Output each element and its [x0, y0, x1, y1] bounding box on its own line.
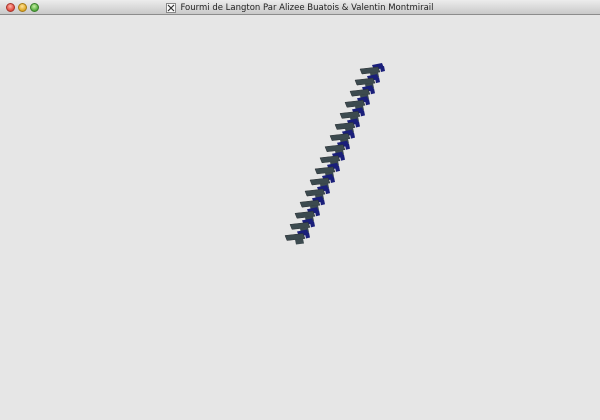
ant-cell	[284, 229, 310, 245]
cell-edge-face	[330, 177, 335, 183]
cell-riser-face	[295, 238, 304, 245]
cell-edge-face	[345, 143, 350, 150]
title-group: Fourmi de Langton Par Alizee Buatois & V…	[0, 0, 600, 15]
cell-edge-face	[365, 99, 370, 106]
cell-edge-face	[320, 199, 325, 206]
app-window: Fourmi de Langton Par Alizee Buatois & V…	[0, 0, 600, 420]
langton-ant-scene	[284, 63, 385, 245]
cell-edge-face	[315, 210, 320, 217]
cell-edge-face	[335, 165, 340, 172]
cell-edge-face	[340, 154, 345, 161]
cell-edge-face	[375, 77, 380, 84]
cell-edge-face	[370, 88, 375, 95]
cell-edge-face	[305, 232, 310, 239]
x11-icon	[166, 2, 177, 13]
zoom-button[interactable]	[30, 3, 39, 12]
render-canvas[interactable]	[0, 15, 600, 420]
close-button[interactable]	[6, 3, 15, 12]
cell-edge-face	[310, 221, 315, 228]
window-title: Fourmi de Langton Par Alizee Buatois & V…	[180, 2, 434, 13]
cell-edge-face	[325, 188, 330, 195]
title-bar[interactable]: Fourmi de Langton Par Alizee Buatois & V…	[0, 0, 600, 15]
cell-edge-face	[355, 121, 360, 128]
cell-edge-face	[360, 110, 365, 117]
minimize-button[interactable]	[18, 3, 27, 12]
cell-edge-face	[350, 132, 355, 139]
cell-edge-face	[380, 66, 385, 72]
